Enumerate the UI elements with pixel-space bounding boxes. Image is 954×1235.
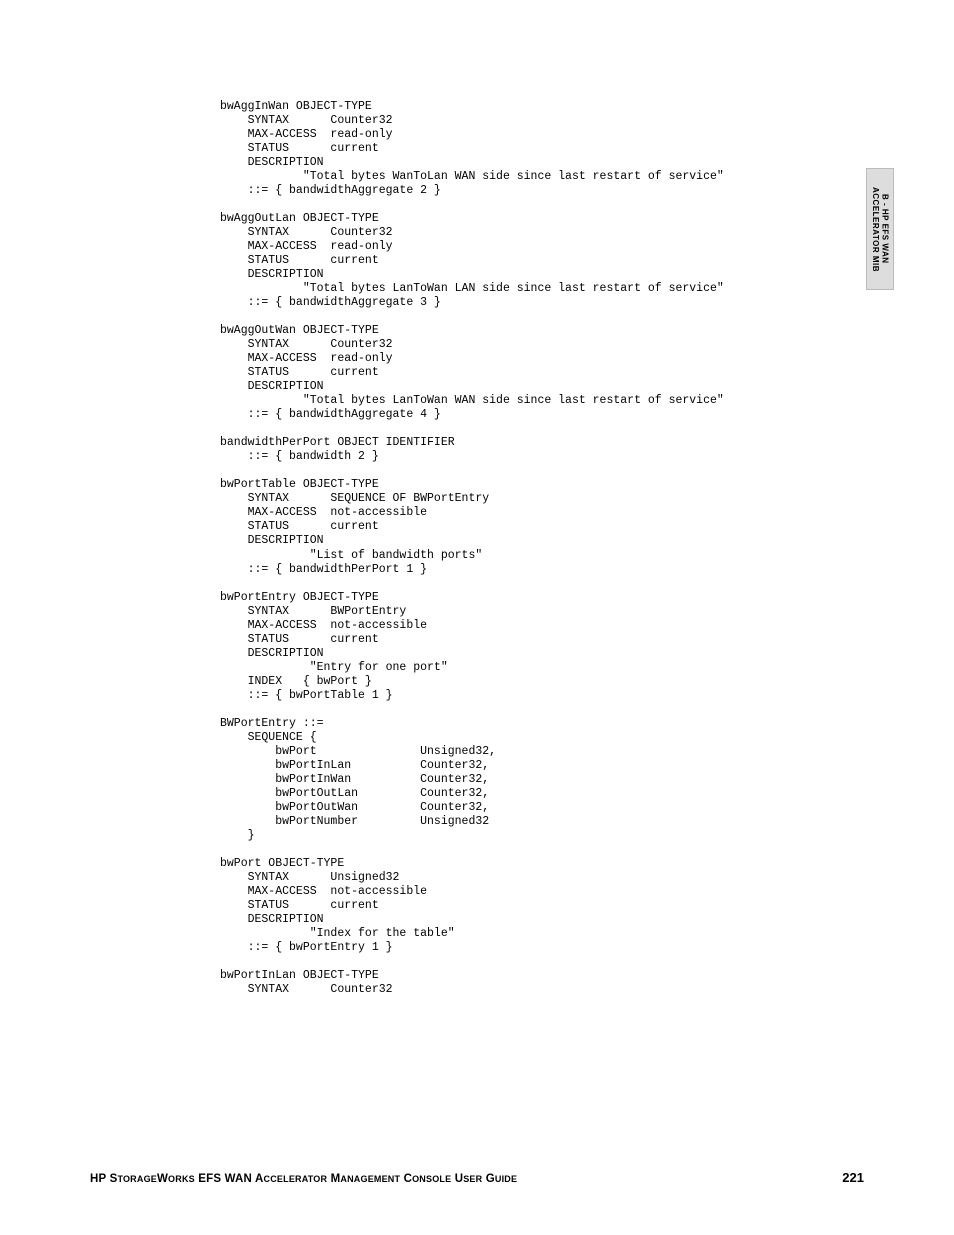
page-footer: HP STORAGEWORKS EFS WAN ACCELERATOR MANA… xyxy=(90,1170,864,1185)
footer-title: HP STORAGEWORKS EFS WAN ACCELERATOR MANA… xyxy=(90,1173,517,1185)
section-tab-label: B - HP EFS WAN ACCELERATOR MIB xyxy=(870,187,889,272)
section-tab-line1: B - HP EFS WAN xyxy=(881,194,890,264)
section-tab: B - HP EFS WAN ACCELERATOR MIB xyxy=(866,168,894,290)
section-tab-line2: ACCELERATOR MIB xyxy=(871,187,880,272)
page-number: 221 xyxy=(842,1170,864,1185)
mib-code-block: bwAggInWan OBJECT-TYPE SYNTAX Counter32 … xyxy=(220,100,864,997)
document-page: B - HP EFS WAN ACCELERATOR MIB bwAggInWa… xyxy=(0,0,954,1235)
